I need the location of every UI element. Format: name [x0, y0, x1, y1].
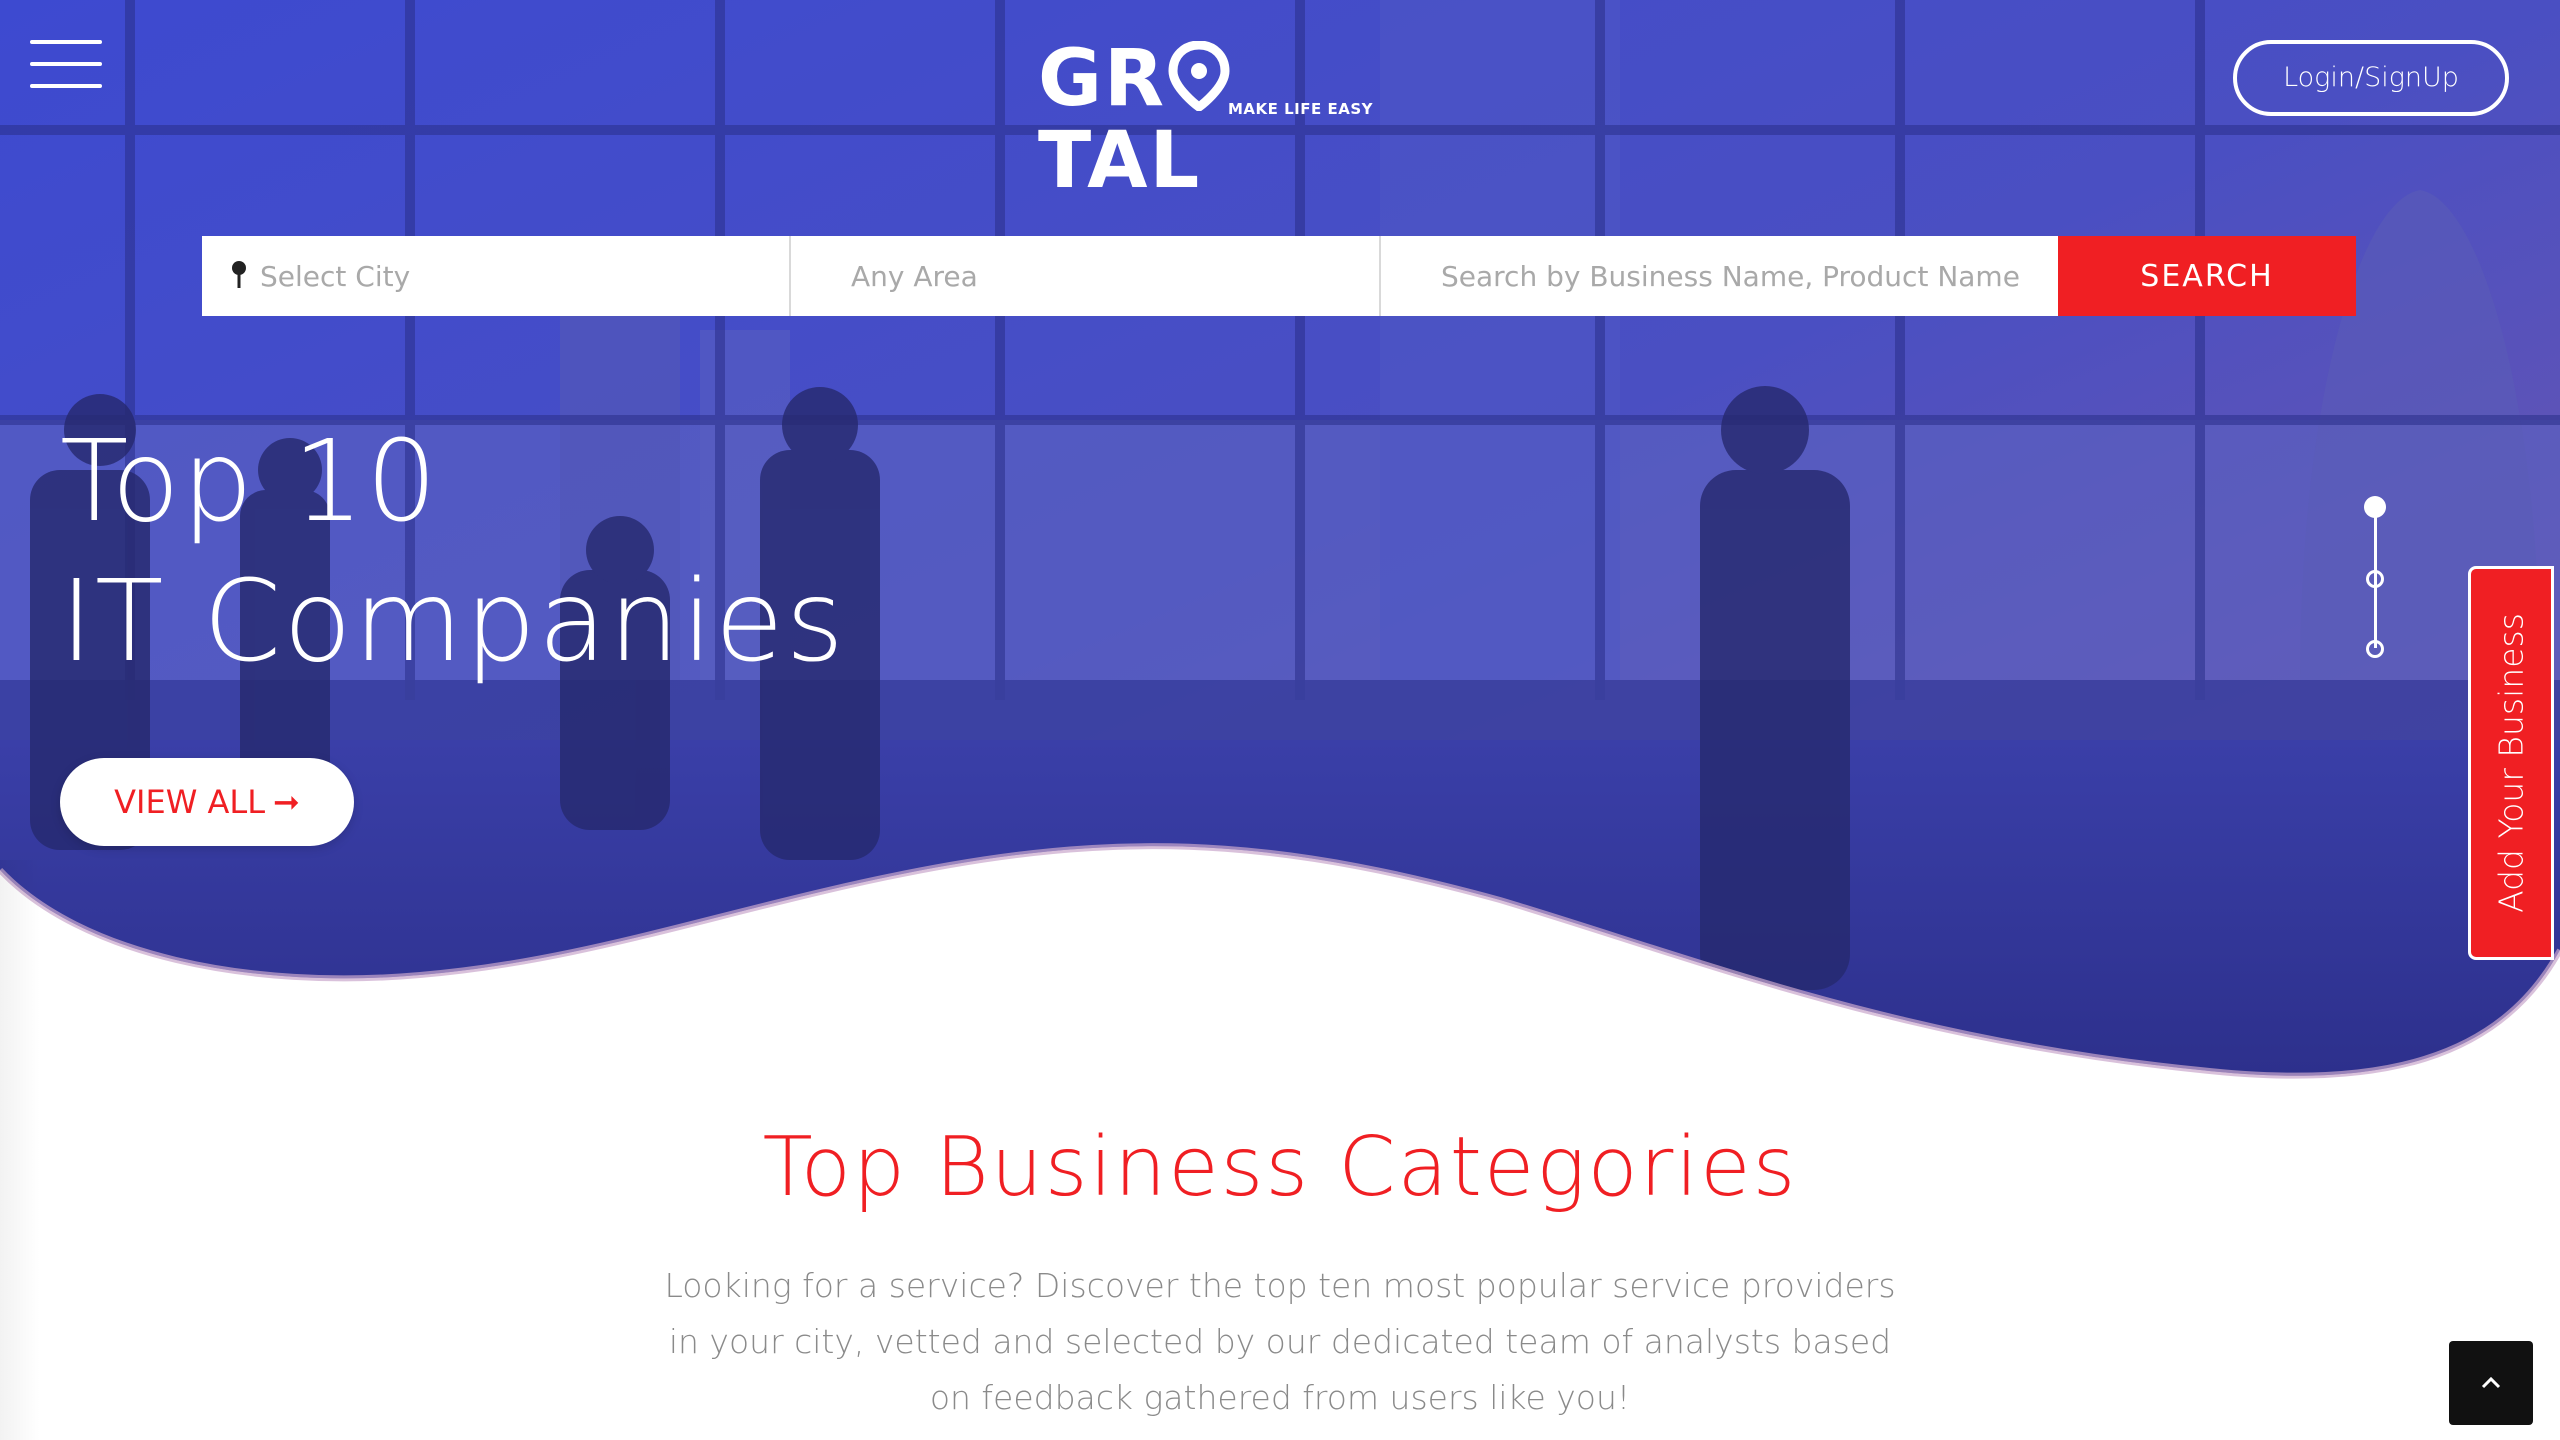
area-input[interactable]	[851, 237, 1379, 315]
hero-headline-line2: IT Companies	[60, 557, 846, 687]
city-select-field[interactable]	[202, 236, 791, 316]
hamburger-icon	[30, 40, 102, 44]
hero-headline-line1: Top 10	[60, 417, 440, 547]
hero-banner: GR TAL MAKE LIFE EASY Login/SignUp SEARC…	[0, 0, 2560, 1100]
section-description: Looking for a service? Discover the top …	[664, 1266, 1896, 1417]
back-to-top-button[interactable]	[2449, 1341, 2533, 1425]
grotal-logo[interactable]: GR TAL MAKE LIFE EASY	[1030, 38, 1374, 202]
add-your-business-label: Add Your Business	[2491, 613, 2531, 913]
city-input[interactable]	[260, 237, 789, 315]
view-all-label: VIEW ALL	[114, 783, 266, 821]
slider-pagination	[2360, 494, 2390, 666]
add-your-business-tab[interactable]: Add Your Business	[2468, 566, 2554, 960]
login-signup-button[interactable]: Login/SignUp	[2233, 40, 2509, 116]
search-button[interactable]: SEARCH	[2058, 236, 2356, 316]
section-title: Top Business Categories	[762, 1120, 1798, 1215]
logo-text-left: GR	[1038, 34, 1167, 124]
logo-wordmark: GR TAL	[1038, 38, 1370, 202]
hamburger-icon-line	[30, 62, 102, 66]
search-bar: SEARCH	[202, 236, 2356, 316]
logo-text-right: TAL	[1038, 116, 1202, 206]
business-search-input[interactable]	[1441, 237, 2058, 315]
hamburger-menu-button[interactable]	[30, 40, 102, 90]
slide-dot-2[interactable]	[2366, 570, 2384, 588]
slide-dot-1-active[interactable]	[2364, 496, 2386, 518]
area-select-field[interactable]	[791, 236, 1381, 316]
chevron-up-icon	[2481, 1376, 2501, 1389]
map-pin-icon	[232, 261, 246, 288]
view-all-button[interactable]: VIEW ALL ➞	[60, 758, 354, 846]
business-search-field[interactable]	[1381, 236, 2058, 316]
logo-tagline: MAKE LIFE EASY	[1228, 100, 1374, 118]
slide-dot-3[interactable]	[2366, 640, 2384, 658]
hamburger-icon-line	[30, 84, 102, 88]
arrow-right-icon: ➞	[273, 783, 300, 821]
hero-headline: Top 10 IT Companies	[60, 412, 846, 692]
location-pin-logo-icon	[1168, 40, 1230, 113]
